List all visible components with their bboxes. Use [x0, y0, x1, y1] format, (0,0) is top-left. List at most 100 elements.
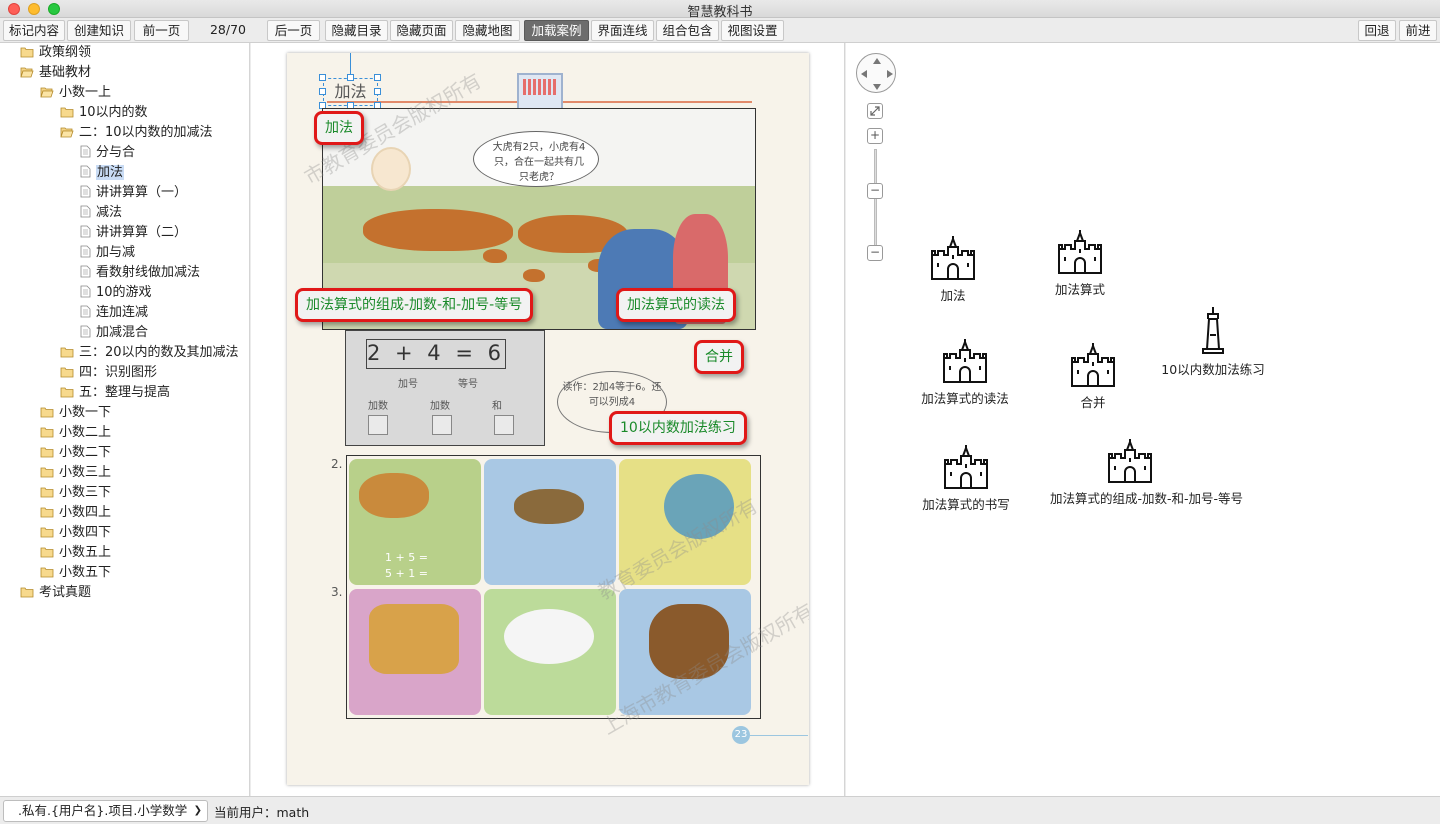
sidebar-item[interactable]: 加与减	[80, 243, 135, 263]
sidebar-item[interactable]: 五：整理与提高	[60, 383, 170, 403]
graph-node[interactable]: 合并	[1013, 342, 1173, 411]
sidebar-item[interactable]: 小数四下	[40, 523, 111, 543]
sidebar-item[interactable]: 分与合	[80, 143, 135, 163]
bird-cell	[484, 459, 616, 585]
document-icon	[80, 185, 91, 205]
view-settings-button[interactable]: 视图设置	[721, 20, 784, 41]
sidebar-item[interactable]: 连加连减	[80, 303, 148, 323]
equation-b: 5 + 1 =	[385, 567, 428, 580]
sidebar-item[interactable]: 讲讲算算（二）	[80, 223, 187, 243]
sidebar-item[interactable]: 二：10以内数的加减法	[60, 123, 213, 143]
graph-node[interactable]: 加法算式的组成-加数-和-加号-等号	[1050, 438, 1244, 507]
document-icon	[80, 165, 91, 185]
tag-reading[interactable]: 加法算式的读法	[616, 288, 736, 322]
sidebar-item[interactable]: 加减混合	[80, 323, 148, 343]
zoom-slider-thumb[interactable]: −	[867, 183, 883, 199]
sidebar-item[interactable]: 小数二上	[40, 423, 111, 443]
pan-control[interactable]	[856, 53, 896, 93]
swan-cell	[484, 589, 616, 715]
folder-icon	[40, 565, 54, 585]
folder-icon	[40, 405, 54, 425]
ui-links-button[interactable]: 界面连线	[591, 20, 654, 41]
sidebar-item[interactable]: 讲讲算算（一）	[80, 183, 187, 203]
tag-addition[interactable]: 加法	[314, 111, 364, 145]
sidebar-item-label: 小数一下	[59, 405, 112, 420]
folder-icon	[60, 105, 74, 125]
create-knowledge-button[interactable]: 创建知识	[67, 20, 131, 41]
castle-icon	[1000, 229, 1160, 275]
tag-practice[interactable]: 10以内数加法练习	[609, 411, 747, 445]
sidebar-item[interactable]: 10以内的数	[60, 103, 148, 123]
page-indicator: 28/70	[209, 22, 247, 37]
resize-handle[interactable]	[374, 74, 381, 81]
sidebar-item-label: 讲讲算算（二）	[96, 225, 188, 240]
graph-node-label: 加法算式的书写	[922, 497, 1010, 512]
sidebar-item-label: 四：识别图形	[79, 365, 158, 380]
sidebar-item[interactable]: 政策纲领	[20, 43, 91, 63]
blank-box	[368, 415, 388, 435]
zoom-in-button[interactable]: +	[867, 128, 883, 144]
fit-view-button[interactable]	[867, 103, 883, 119]
sidebar-item-label: 考试真题	[39, 585, 92, 600]
current-user-label: 当前用户：math	[214, 805, 310, 820]
folder-icon	[60, 345, 74, 365]
tag-composition[interactable]: 加法算式的组成-加数-和-加号-等号	[295, 288, 534, 322]
sidebar-item-label: 讲讲算算（一）	[96, 185, 188, 200]
sidebar-item-label: 加法	[96, 165, 125, 180]
sidebar-item[interactable]: 小数五上	[40, 543, 111, 563]
plus-label: 加号	[398, 379, 418, 390]
document-view: 加法 大虎有2只，小虎有4只，合在一起共有几只老虎？ 2 + 4 = 6 加号 …	[251, 43, 845, 796]
sidebar-item[interactable]: 加法	[80, 163, 125, 185]
forward-button[interactable]: 前进	[1399, 20, 1437, 41]
hide-map-button[interactable]: 隐藏地图	[455, 20, 520, 41]
prev-page-button[interactable]: 前一页	[134, 20, 189, 41]
sidebar-item[interactable]: 小数二下	[40, 443, 111, 463]
question-number: 3.	[331, 585, 343, 599]
sidebar-item[interactable]: 10的游戏	[80, 283, 152, 303]
equation-panel: 2 + 4 = 6 加号 等号 加数 加数 和	[345, 330, 545, 446]
hide-toc-button[interactable]: 隐藏目录	[325, 20, 388, 41]
sidebar-item-label: 小数五下	[59, 565, 112, 580]
sidebar-item[interactable]: 三：20以内的数及其加减法	[60, 343, 239, 363]
tiger-image	[363, 209, 513, 251]
next-page-button[interactable]: 后一页	[267, 20, 320, 41]
resize-handle[interactable]	[319, 88, 326, 95]
resize-handle[interactable]	[347, 74, 354, 81]
sidebar-item[interactable]: 看数射线做加减法	[80, 263, 200, 283]
giraffe-image	[369, 604, 459, 674]
sidebar-item-label: 看数射线做加减法	[96, 265, 201, 280]
sidebar-item[interactable]: 小数一下	[40, 403, 111, 423]
resize-handle[interactable]	[319, 74, 326, 81]
blank-box	[432, 415, 452, 435]
giraffe-cell	[349, 589, 481, 715]
back-button[interactable]: 回退	[1358, 20, 1396, 41]
sidebar-item[interactable]: 小数四上	[40, 503, 111, 523]
graph-node-label: 加法算式的组成-加数-和-加号-等号	[1050, 491, 1244, 506]
graph-node-label: 合并	[1080, 395, 1106, 410]
sidebar-item[interactable]: 减法	[80, 203, 122, 223]
graph-node-label: 加法算式	[1054, 282, 1105, 297]
hide-page-button[interactable]: 隐藏页面	[390, 20, 453, 41]
load-cases-button[interactable]: 加载案例	[524, 20, 589, 41]
sidebar-item[interactable]: 小数三下	[40, 483, 111, 503]
graph-node[interactable]: 加法算式的书写	[886, 444, 1046, 513]
zoom-slider[interactable]	[874, 149, 877, 249]
folder-icon	[40, 425, 54, 445]
sidebar-item[interactable]: 小数五下	[40, 563, 111, 583]
sidebar-item[interactable]: 基础教材	[20, 63, 91, 83]
sidebar-item[interactable]: 考试真题	[20, 583, 91, 603]
pan-arrows-icon	[861, 58, 893, 90]
chevron-down-icon: ❯	[193, 805, 202, 816]
sidebar-item[interactable]: 小数一上	[40, 83, 111, 103]
sidebar-item[interactable]: 小数三上	[40, 463, 111, 483]
graph-node[interactable]: 加法算式	[1000, 229, 1160, 298]
equation-text: 2 + 4 = 6	[366, 339, 506, 369]
combine-contain-button[interactable]: 组合包含	[656, 20, 719, 41]
sidebar-item[interactable]: 四：识别图形	[60, 363, 157, 383]
knowledge-graph: + − − 加法 加法算式 10以内数加法练习 加法算式的读法 合并 加法算式的书写 加法算…	[846, 43, 1440, 796]
mark-content-button[interactable]: 标记内容	[3, 20, 65, 41]
tag-merge[interactable]: 合并	[694, 340, 744, 374]
folder-icon	[20, 585, 34, 605]
project-select[interactable]: .私有.{用户名}.项目.小学数学 ❯	[3, 800, 208, 822]
resize-handle[interactable]	[374, 88, 381, 95]
